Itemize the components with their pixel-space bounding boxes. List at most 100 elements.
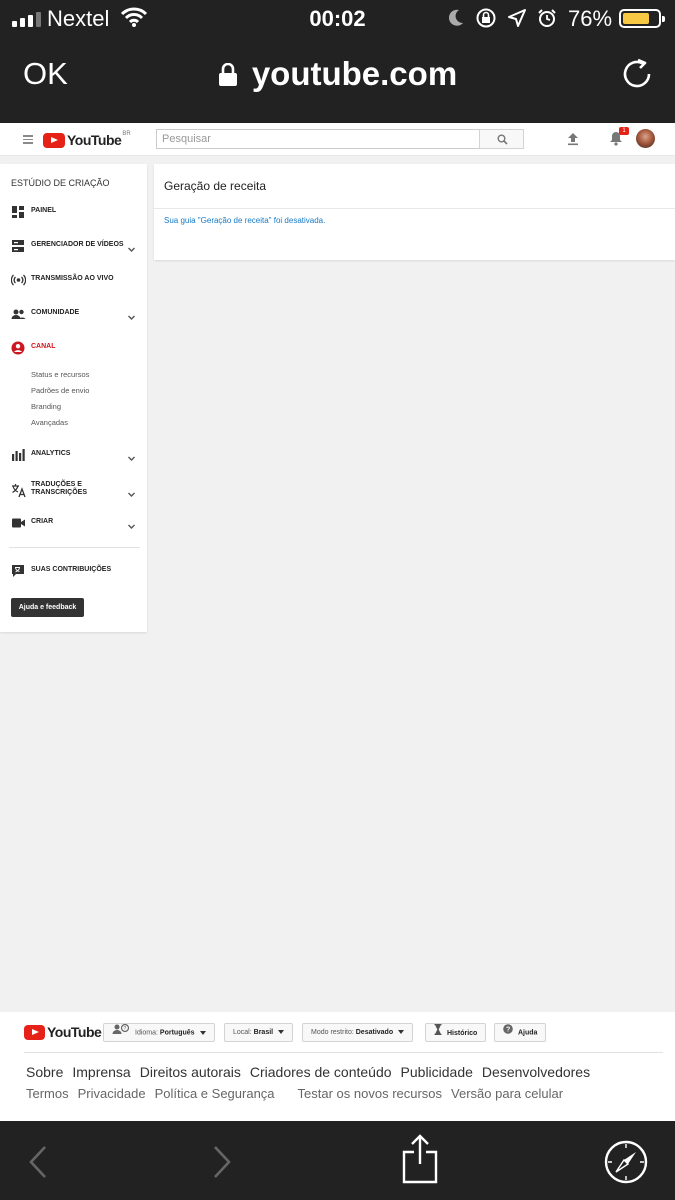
footer-link-politica[interactable]: Política e Segurança [155,1086,275,1101]
sidebar-item-painel[interactable]: PAINEL [0,202,147,222]
caret-down-icon [199,1030,206,1035]
youtube-footer: YouTube ? Idioma: Português Local: Brasil… [0,1012,675,1121]
hourglass-icon [434,1023,442,1042]
chevron-down-icon [127,309,136,327]
sidebar-item-label: CANAL [31,343,56,350]
location-label: Local: [233,1029,252,1036]
chevron-down-icon [127,241,136,259]
forward-icon[interactable] [212,1145,232,1184]
search-input[interactable]: Pesquisar [156,129,480,149]
sidebar-item-traducoes[interactable]: TRADUÇÕES E TRANSCRIÇÕES [0,478,147,504]
video-manager-icon [11,239,25,253]
reload-icon[interactable] [619,56,655,97]
screen: Nextel 00:02 76% OK youtube.com YouTube … [0,0,675,1200]
caret-down-icon [278,1030,285,1035]
history-button[interactable]: Histórico [425,1023,487,1042]
footer-youtube-logo[interactable]: YouTube [24,1024,102,1040]
label-line-2: TRANSCRIÇÕES [31,489,88,496]
caret-down-icon [398,1030,405,1035]
sidebar-item-gerenciador[interactable]: GERENCIADOR DE VÍDEOS [0,236,147,256]
sidebar-item-comunidade[interactable]: COMUNIDADE [0,304,147,324]
upload-icon[interactable] [567,132,579,151]
analytics-icon [11,448,25,462]
location-selector[interactable]: Local: Brasil [224,1023,294,1042]
language-label: Idioma: [135,1029,158,1037]
translate-icon [11,483,26,498]
footer-link-criadores[interactable]: Criadores de conteúdo [250,1064,392,1080]
location-value: Brasil [253,1029,274,1036]
channel-icon [11,341,25,355]
menu-icon[interactable] [23,135,33,146]
help-icon: ? [503,1024,513,1041]
live-stream-icon [10,273,27,287]
footer-link-direitos[interactable]: Direitos autorais [140,1064,241,1080]
help-button[interactable]: ? Ajuda [494,1023,547,1042]
url-text: youtube.com [251,55,458,92]
community-icon [11,307,26,321]
chevron-down-icon [127,450,136,468]
battery-level [623,13,649,24]
footer-divider [24,1052,663,1053]
contributions-icon [11,564,25,578]
sidebar-subitem-branding[interactable]: Branding [31,402,61,411]
location-arrow-icon [507,8,527,33]
safari-compass-icon[interactable] [604,1140,648,1189]
help-feedback-button[interactable]: Ajuda e feedback [11,598,84,617]
sidebar-divider [9,547,140,548]
orientation-lock-icon [475,7,497,34]
card-divider [154,208,675,209]
share-icon[interactable] [402,1134,438,1189]
logo-text: YouTube [67,132,122,148]
play-logo-icon [43,132,65,148]
footer-secondary-links: Termos Privacidade Política e Segurança Tes… [26,1086,572,1101]
sidebar-item-contribuicoes[interactable]: SUAS CONTRIBUIÇÕES [0,561,147,581]
page-title: Geração de receita [164,179,267,193]
footer-link-imprensa[interactable]: Imprensa [72,1064,130,1080]
status-icons [447,7,557,34]
avatar[interactable] [636,129,655,148]
battery-percent: 76% [568,6,613,31]
sidebar-item-label: SUAS CONTRIBUIÇÕES [31,566,112,573]
alarm-icon [537,8,557,33]
footer-link-desenvolvedores[interactable]: Desenvolvedores [482,1064,590,1080]
sidebar-item-label: TRADUÇÕES E TRANSCRIÇÕES [31,481,87,497]
sidebar-subitem-padroes[interactable]: Padrões de envio [31,386,89,395]
sidebar-title: ESTÚDIO DE CRIAÇÃO [11,178,110,188]
language-selector[interactable]: ? Idioma: Português [103,1023,215,1042]
logo-text: YouTube [47,1024,102,1040]
status-message: Sua guia "Geração de receita" foi desati… [164,216,326,225]
status-bar: Nextel 00:02 76% [0,0,675,38]
footer-link-privacidade[interactable]: Privacidade [78,1086,146,1101]
sidebar-item-label: TRANSMISSÃO AO VIVO [31,275,114,282]
restricted-mode-selector[interactable]: Modo restrito: Desativado [302,1023,414,1042]
search-icon [497,134,508,145]
sidebar-item-label: PAINEL [31,207,57,214]
footer-link-termos[interactable]: Termos [26,1086,69,1101]
notification-badge: 1 [619,127,629,135]
sidebar-subitem-status[interactable]: Status e recursos [31,370,89,379]
footer-primary-links: Sobre Imprensa Direitos autorais Criadores … [26,1064,599,1080]
sidebar-item-criar[interactable]: CRIAR [0,513,147,533]
sidebar-subitem-avancadas[interactable]: Avançadas [31,418,68,427]
sidebar-item-label: COMUNIDADE [31,309,80,316]
sidebar-item-analytics[interactable]: ANALYTICS [0,445,147,465]
label-line-1: TRADUÇÕES E [31,481,82,488]
footer-link-publicidade[interactable]: Publicidade [401,1064,473,1080]
footer-link-sobre[interactable]: Sobre [26,1064,63,1080]
chevron-down-icon [127,486,136,504]
address-bar[interactable]: youtube.com [0,55,675,95]
footer-link-testar[interactable]: Testar os novos recursos [298,1086,443,1101]
sidebar-item-transmissao[interactable]: TRANSMISSÃO AO VIVO [0,270,147,290]
sidebar-item-label: CRIAR [31,518,54,525]
search-button[interactable] [479,129,524,149]
footer-link-versao-celular[interactable]: Versão para celular [451,1086,563,1101]
youtube-header: YouTube BR Pesquisar 1 [0,123,675,156]
region-label: BR [122,131,131,137]
create-icon [11,516,25,530]
studio-sidebar: ESTÚDIO DE CRIAÇÃO PAINEL GERENCIADOR DE… [0,164,147,632]
youtube-logo[interactable]: YouTube BR [43,131,131,148]
chevron-down-icon [127,518,136,536]
sidebar-item-canal[interactable]: CANAL [0,338,147,358]
back-icon[interactable] [28,1145,48,1184]
play-logo-icon [24,1024,45,1040]
